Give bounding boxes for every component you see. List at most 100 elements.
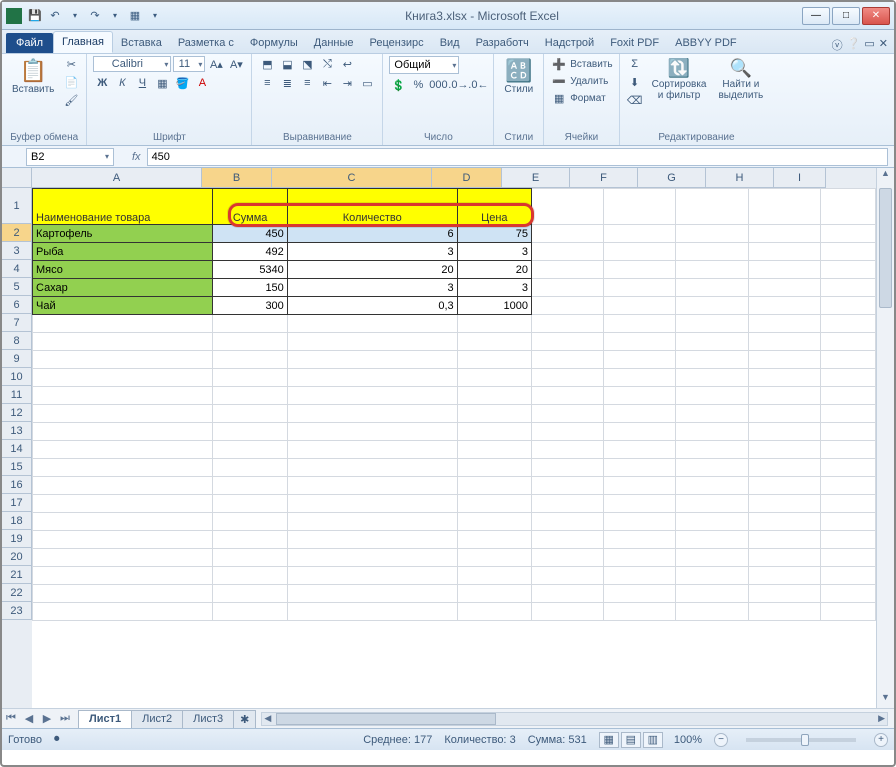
align-center-icon[interactable]: ≣: [278, 75, 296, 91]
cell-F10[interactable]: [604, 369, 676, 387]
row-header-12[interactable]: 12: [2, 404, 32, 422]
cell-A8[interactable]: [33, 333, 213, 351]
cell-B22[interactable]: [213, 585, 287, 603]
file-tab[interactable]: Файл: [6, 33, 53, 53]
ribbon-tab-10[interactable]: ABBYY PDF: [667, 33, 745, 53]
col-header-A[interactable]: A: [32, 168, 202, 188]
row-header-7[interactable]: 7: [2, 314, 32, 332]
row-header-2[interactable]: 2: [2, 224, 32, 242]
cell-C1[interactable]: Количество: [287, 189, 457, 225]
orientation-icon[interactable]: ⤭: [318, 56, 336, 72]
qat-customize[interactable]: [146, 7, 164, 25]
cell-E17[interactable]: [531, 495, 603, 513]
copy-icon[interactable]: 📄: [62, 74, 80, 90]
cell-G10[interactable]: [676, 369, 748, 387]
font-size-combo[interactable]: 11: [173, 56, 205, 72]
cell-F13[interactable]: [604, 423, 676, 441]
cell-D19[interactable]: [457, 531, 531, 549]
cell-B5[interactable]: 150: [213, 279, 287, 297]
cell-I18[interactable]: [820, 513, 875, 531]
cell-F6[interactable]: [604, 297, 676, 315]
cell-D20[interactable]: [457, 549, 531, 567]
cell-G5[interactable]: [676, 279, 748, 297]
cell-A22[interactable]: [33, 585, 213, 603]
cell-E10[interactable]: [531, 369, 603, 387]
scroll-up-icon[interactable]: ▲: [877, 168, 894, 184]
cell-B18[interactable]: [213, 513, 287, 531]
insert-cells-label[interactable]: Вставить: [570, 56, 612, 72]
window-restore-icon[interactable]: ▭: [864, 37, 874, 53]
cell-I22[interactable]: [820, 585, 875, 603]
cell-C11[interactable]: [287, 387, 457, 405]
cell-G4[interactable]: [676, 261, 748, 279]
cell-F8[interactable]: [604, 333, 676, 351]
cell-G3[interactable]: [676, 243, 748, 261]
cell-A17[interactable]: [33, 495, 213, 513]
cell-G14[interactable]: [676, 441, 748, 459]
cell-A6[interactable]: Чай: [33, 297, 213, 315]
cell-H18[interactable]: [748, 513, 820, 531]
cell-H3[interactable]: [748, 243, 820, 261]
cell-A1[interactable]: Наименование товара: [33, 189, 213, 225]
cell-I21[interactable]: [820, 567, 875, 585]
row-header-3[interactable]: 3: [2, 242, 32, 260]
cell-D1[interactable]: Цена: [457, 189, 531, 225]
cell-H4[interactable]: [748, 261, 820, 279]
cell-A16[interactable]: [33, 477, 213, 495]
cell-D4[interactable]: 20: [457, 261, 531, 279]
currency-icon[interactable]: 💲: [389, 77, 407, 93]
cell-D6[interactable]: 1000: [457, 297, 531, 315]
cell-E8[interactable]: [531, 333, 603, 351]
col-header-I[interactable]: I: [774, 168, 826, 188]
clear-icon[interactable]: ⌫: [626, 92, 644, 108]
cell-D3[interactable]: 3: [457, 243, 531, 261]
cell-F19[interactable]: [604, 531, 676, 549]
col-header-D[interactable]: D: [432, 168, 502, 188]
cell-D7[interactable]: [457, 315, 531, 333]
sort-filter-button[interactable]: 🔃 Сортировка и фильтр: [648, 56, 711, 103]
cell-C23[interactable]: [287, 603, 457, 621]
cell-D5[interactable]: 3: [457, 279, 531, 297]
cell-C17[interactable]: [287, 495, 457, 513]
zoom-knob[interactable]: [801, 734, 809, 746]
hscroll-right-icon[interactable]: ▶: [878, 713, 885, 724]
cell-H9[interactable]: [748, 351, 820, 369]
col-header-C[interactable]: C: [272, 168, 432, 188]
cut-icon[interactable]: ✂: [62, 56, 80, 72]
cell-H17[interactable]: [748, 495, 820, 513]
cell-E1[interactable]: [531, 189, 603, 225]
cell-D14[interactable]: [457, 441, 531, 459]
row-header-13[interactable]: 13: [2, 422, 32, 440]
cell-B20[interactable]: [213, 549, 287, 567]
bold-button[interactable]: Ж: [93, 75, 111, 91]
align-right-icon[interactable]: ≡: [298, 75, 316, 91]
cell-A2[interactable]: Картофель: [33, 225, 213, 243]
cell-B12[interactable]: [213, 405, 287, 423]
cell-B2[interactable]: 450: [213, 225, 287, 243]
cell-I11[interactable]: [820, 387, 875, 405]
row-header-9[interactable]: 9: [2, 350, 32, 368]
cell-B21[interactable]: [213, 567, 287, 585]
row-header-8[interactable]: 8: [2, 332, 32, 350]
col-header-E[interactable]: E: [502, 168, 570, 188]
cell-I2[interactable]: [820, 225, 875, 243]
row-header-20[interactable]: 20: [2, 548, 32, 566]
cell-F20[interactable]: [604, 549, 676, 567]
cell-I23[interactable]: [820, 603, 875, 621]
cell-B8[interactable]: [213, 333, 287, 351]
cell-D9[interactable]: [457, 351, 531, 369]
sheet-first-icon[interactable]: ⏮: [2, 712, 20, 725]
wrap-text-icon[interactable]: ↩: [338, 56, 356, 72]
comma-icon[interactable]: 000: [429, 77, 447, 93]
cell-D16[interactable]: [457, 477, 531, 495]
cell-G22[interactable]: [676, 585, 748, 603]
vertical-scrollbar[interactable]: ▲ ▼: [876, 168, 894, 708]
row-header-17[interactable]: 17: [2, 494, 32, 512]
redo-icon[interactable]: ↷: [86, 7, 104, 25]
cell-I7[interactable]: [820, 315, 875, 333]
cell-I6[interactable]: [820, 297, 875, 315]
cell-C5[interactable]: 3: [287, 279, 457, 297]
delete-cells-label[interactable]: Удалить: [570, 73, 608, 89]
cell-C6[interactable]: 0,3: [287, 297, 457, 315]
minimize-button[interactable]: —: [802, 7, 830, 25]
